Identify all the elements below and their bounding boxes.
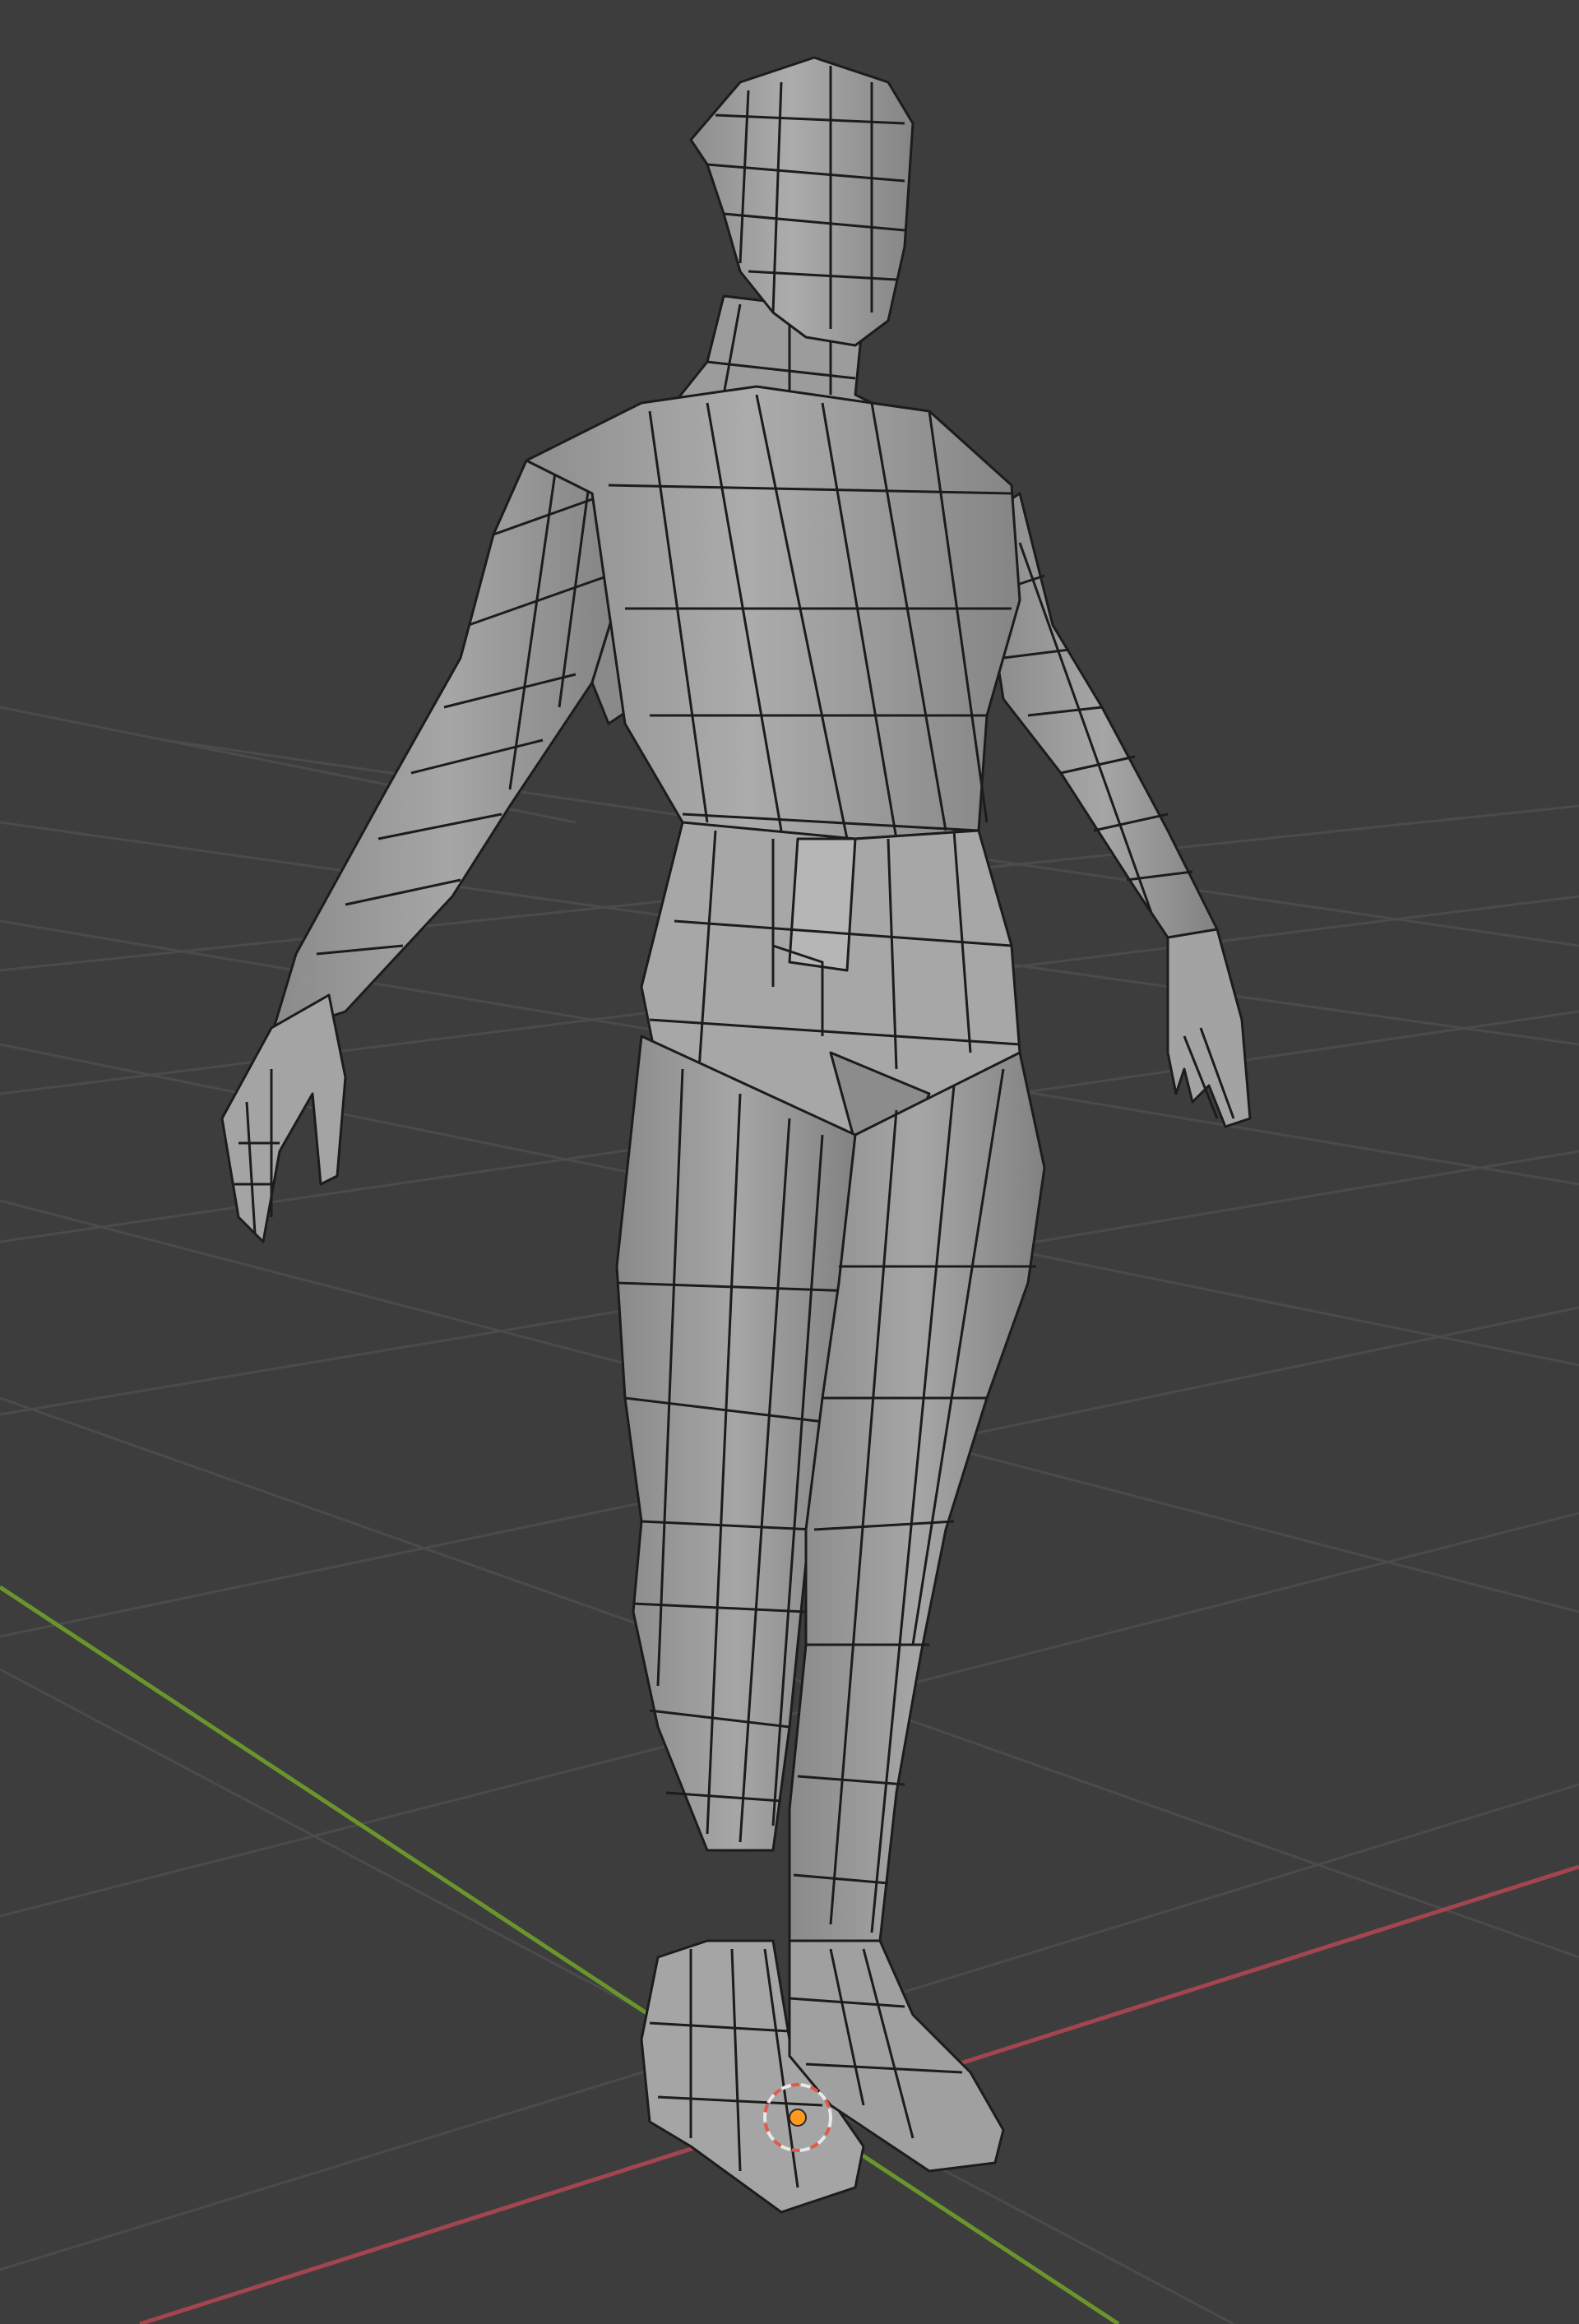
3d-viewport[interactable]	[0, 0, 1579, 2324]
left-arm[interactable]	[220, 426, 660, 1243]
right-arm[interactable]	[985, 492, 1252, 1128]
y-axis-line	[0, 1585, 1120, 2324]
humanoid-mesh[interactable]	[220, 56, 1252, 2214]
